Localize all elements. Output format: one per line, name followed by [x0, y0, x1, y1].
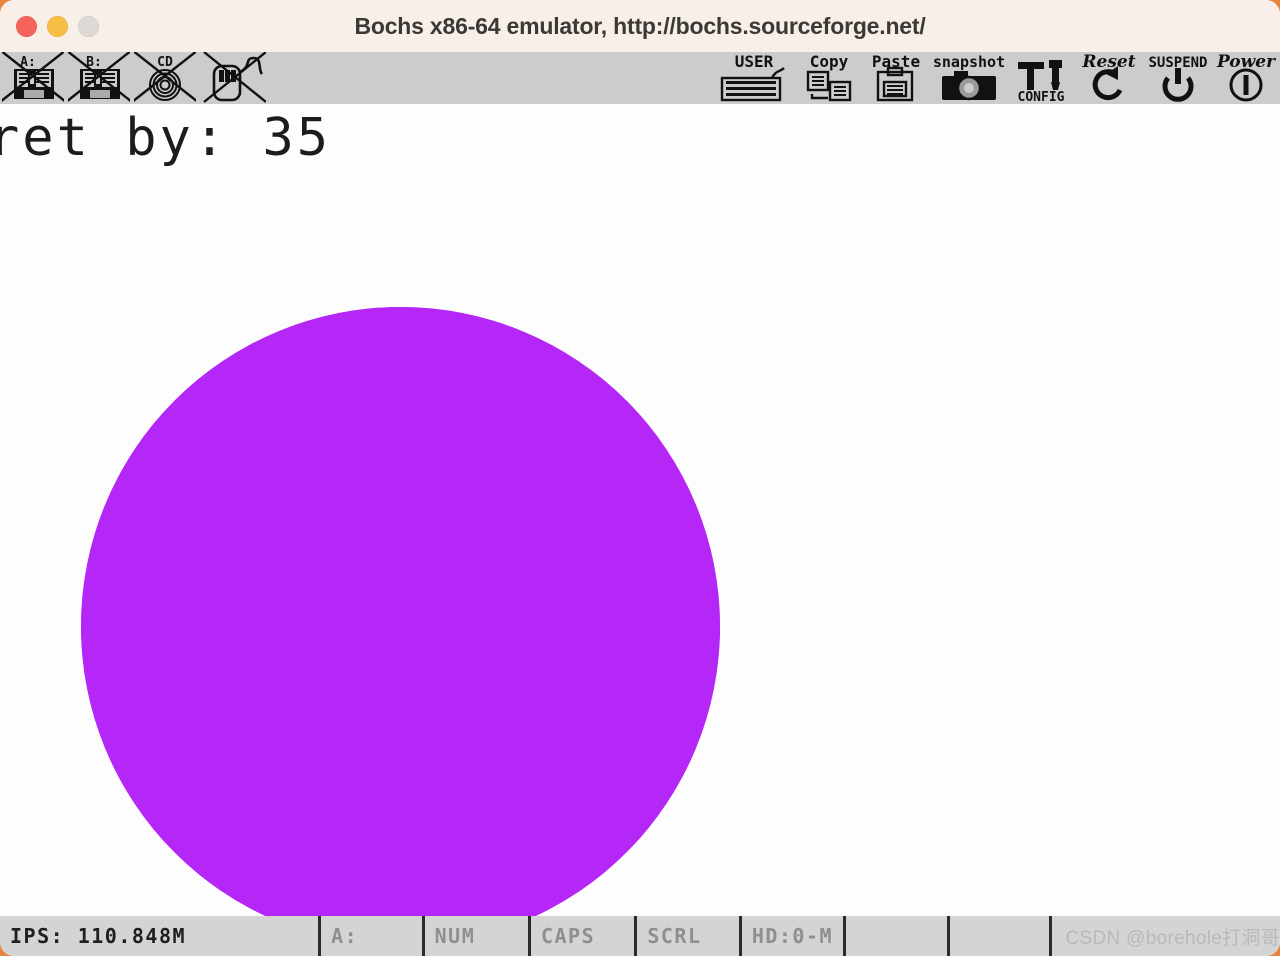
copy-icon: Copy: [798, 52, 860, 104]
suspend-icon: SUSPEND: [1146, 52, 1210, 104]
minimize-button[interactable]: [47, 15, 68, 37]
status-ips: IPS: 110.848M: [0, 916, 322, 956]
toolbar-left-group: A: B: CD: [0, 52, 268, 104]
svg-text:CD: CD: [157, 55, 173, 70]
toolbar-mouse-button[interactable]: [198, 52, 268, 104]
emulator-statusbar: IPS: 110.848M A: NUM CAPS SCRL HD:0-M CS…: [0, 916, 1280, 956]
mouse-icon: [200, 52, 266, 104]
svg-text:CONFIG: CONFIG: [1018, 90, 1065, 104]
status-caps: CAPS: [531, 916, 638, 956]
toolbar-user-button[interactable]: USER: [712, 52, 796, 104]
window-controls: [16, 0, 99, 52]
toolbar-cdrom-button[interactable]: CD: [132, 52, 198, 104]
emulator-window: Bochs x86-64 emulator, http://bochs.sour…: [0, 0, 1280, 956]
toolbar-power-button[interactable]: Power: [1212, 52, 1280, 104]
status-spare-2: [950, 916, 1052, 956]
status-spare-1: [846, 916, 950, 956]
floppy-b-icon: B:: [68, 52, 130, 104]
svg-text:Reset: Reset: [1081, 52, 1135, 72]
status-hd: HD:0-M: [742, 916, 847, 956]
toolbar-reset-button[interactable]: Reset: [1074, 52, 1144, 104]
toolbar-suspend-button[interactable]: SUSPEND: [1144, 52, 1212, 104]
emulator-toolbar: A: B: CD USER Copy Paste snapshot CONFIG…: [0, 52, 1280, 104]
floppy-a-icon: A:: [2, 52, 64, 104]
maximize-button[interactable]: [78, 15, 99, 37]
power-icon: Power: [1214, 52, 1278, 104]
screenshot-root: Bochs x86-64 emulator, http://bochs.sour…: [0, 0, 1280, 956]
status-floppy-a[interactable]: A:: [321, 916, 425, 956]
status-num: NUM: [425, 916, 531, 956]
svg-text:Copy: Copy: [810, 52, 849, 71]
keyboard-icon: USER: [714, 52, 794, 104]
close-button[interactable]: [16, 15, 37, 37]
toolbar-floppy-a-button[interactable]: A:: [0, 52, 66, 104]
window-title: Bochs x86-64 emulator, http://bochs.sour…: [354, 12, 926, 39]
vga-screen[interactable]: ret by: 35: [0, 104, 1280, 916]
toolbar-copy-button[interactable]: Copy: [796, 52, 862, 104]
vga-circle-shape: [81, 307, 720, 916]
reset-icon: Reset: [1076, 52, 1142, 104]
toolbar-paste-button[interactable]: Paste: [862, 52, 930, 104]
toolbar-floppy-b-button[interactable]: B:: [66, 52, 132, 104]
toolbar-snapshot-button[interactable]: snapshot: [930, 52, 1008, 104]
window-titlebar: Bochs x86-64 emulator, http://bochs.sour…: [0, 0, 1280, 52]
toolbar-right-group: USER Copy Paste snapshot CONFIG Reset SU…: [712, 52, 1280, 104]
paste-icon: Paste: [864, 52, 928, 104]
tools-icon: CONFIG: [1010, 52, 1072, 104]
svg-text:USER: USER: [735, 52, 774, 71]
svg-text:snapshot: snapshot: [933, 53, 1005, 71]
cdrom-icon: CD: [134, 52, 196, 104]
vga-text-line: ret by: 35: [0, 108, 332, 168]
status-scrl: SCRL: [637, 916, 742, 956]
status-watermark: CSDN @borehole打洞哥: [1065, 927, 1280, 949]
camera-icon: snapshot: [932, 52, 1006, 104]
toolbar-config-button[interactable]: CONFIG: [1008, 52, 1074, 104]
